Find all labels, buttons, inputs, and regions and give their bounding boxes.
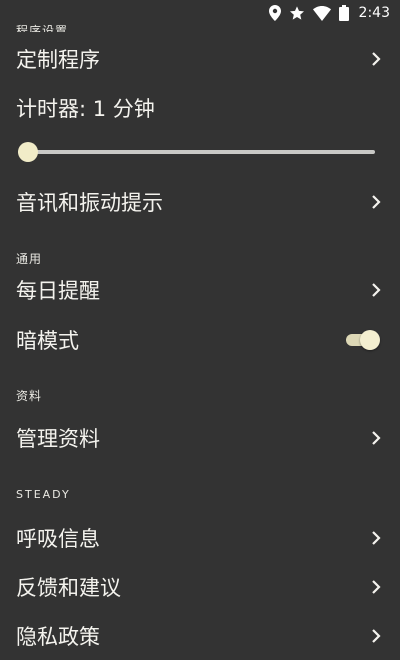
daily-reminder-item[interactable]: 每日提醒 <box>0 266 400 314</box>
toggle-knob <box>360 330 380 350</box>
status-bar: 2:43 <box>0 0 400 26</box>
sound-vibration-label: 音讯和振动提示 <box>16 191 163 215</box>
section-header-general: 通用 <box>16 252 43 266</box>
dark-mode-item[interactable]: 暗模式 <box>0 316 400 364</box>
star-icon <box>289 5 305 21</box>
chevron-right-icon <box>370 579 382 595</box>
dark-mode-label: 暗模式 <box>16 329 79 353</box>
chevron-right-icon <box>370 194 382 210</box>
feedback-label: 反馈和建议 <box>16 576 121 600</box>
chevron-right-icon <box>370 282 382 298</box>
sound-vibration-item[interactable]: 音讯和振动提示 <box>0 178 400 226</box>
timer-label: 计时器: 1 分钟 <box>16 97 155 121</box>
chevron-right-icon <box>370 430 382 446</box>
timer-item: 计时器: 1 分钟 <box>0 84 400 132</box>
feedback-item[interactable]: 反馈和建议 <box>0 563 400 611</box>
slider-track <box>18 150 375 154</box>
wifi-icon <box>312 5 331 21</box>
manage-data-label: 管理资料 <box>16 427 100 451</box>
daily-reminder-label: 每日提醒 <box>16 279 100 303</box>
section-header-data: 资料 <box>16 389 43 403</box>
slider-thumb[interactable] <box>18 142 38 162</box>
chevron-right-icon <box>370 51 382 67</box>
breathing-info-label: 呼吸信息 <box>16 527 100 551</box>
timer-slider[interactable] <box>18 141 375 163</box>
privacy-policy-label: 隐私政策 <box>16 625 100 649</box>
section-header-steady: STEADY <box>16 488 71 501</box>
battery-icon <box>338 5 349 21</box>
status-time: 2:43 <box>358 5 390 21</box>
dark-mode-toggle[interactable] <box>346 330 380 350</box>
location-icon <box>268 5 281 21</box>
manage-data-item[interactable]: 管理资料 <box>0 414 400 462</box>
chevron-right-icon <box>370 628 382 644</box>
custom-program-item[interactable]: 定制程序 <box>0 35 400 83</box>
custom-program-label: 定制程序 <box>16 48 100 72</box>
privacy-policy-item[interactable]: 隐私政策 <box>0 612 400 660</box>
chevron-right-icon <box>370 530 382 546</box>
breathing-info-item[interactable]: 呼吸信息 <box>0 514 400 562</box>
